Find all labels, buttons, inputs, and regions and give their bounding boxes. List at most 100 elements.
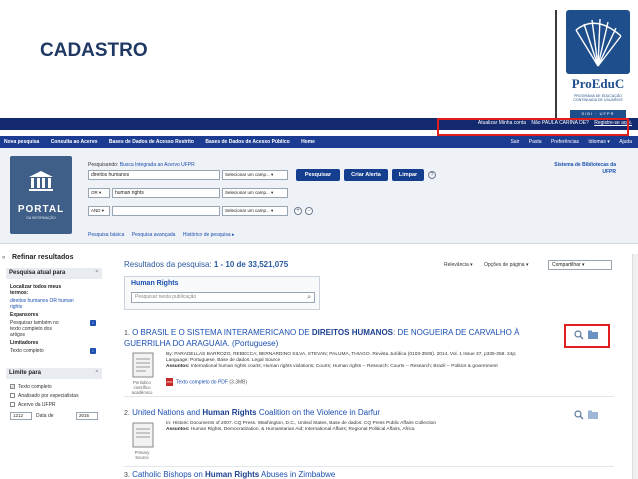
results-heading: Resultados da pesquisa: 1 - 10 de 33,521…: [124, 260, 289, 269]
field-select-2[interactable]: Selecionar um camp... ▾: [222, 188, 288, 198]
field-select-1[interactable]: Selecionar um camp... ▾: [222, 170, 288, 180]
nav-preferences[interactable]: Preferências: [551, 139, 579, 145]
logo-subtitle: Programa de Educação Continuada de Usuár…: [573, 94, 623, 103]
remove-row-icon[interactable]: −: [305, 207, 313, 215]
result-item-1: 1. O BRASIL E O SISTEMA INTERAMERICANO D…: [124, 328, 594, 395]
search-button[interactable]: Pesquisar: [296, 169, 340, 181]
basic-search-link[interactable]: Pesquisa básica: [88, 232, 124, 238]
result-separator: [124, 396, 614, 397]
chevron-up-icon: ⌃: [94, 370, 99, 376]
checkbox-full-text[interactable]: ✓: [10, 384, 15, 389]
pdf-full-text-link[interactable]: PDF Texto completo do PDF (3.3MB): [166, 378, 247, 386]
clear-button[interactable]: Limpar: [392, 169, 424, 181]
shell-emblem-icon: [566, 10, 630, 74]
operator-select-2[interactable]: OR ▾: [88, 188, 110, 198]
share-button[interactable]: Compartilhar ▾: [548, 260, 612, 270]
nav-help[interactable]: Ajuda: [619, 139, 632, 145]
publication-title[interactable]: Human Rights: [131, 280, 178, 287]
result-title-2[interactable]: 2. United Nations and Human Rights Coali…: [124, 408, 594, 419]
search-area: PORTAL DA INFORMAÇÃO Pesquisando: Busca …: [0, 148, 638, 244]
add-to-folder-icon[interactable]: [588, 410, 598, 420]
journal-icon: [132, 352, 154, 378]
nav-catalog[interactable]: Consulta ao Acervo: [51, 139, 98, 145]
search-input-1[interactable]: direitos humanos: [88, 170, 220, 180]
add-row-icon[interactable]: +: [294, 207, 302, 215]
doc-type-label-2: Primary Source: [134, 450, 150, 460]
nav-new-search[interactable]: Nova pesquisa: [4, 139, 39, 145]
result-title-3[interactable]: 3. Catholic Bishops on Human Rights Abus…: [124, 470, 594, 479]
collapse-sidebar-icon[interactable]: «: [2, 255, 5, 261]
nav-folder[interactable]: Pasta: [529, 139, 542, 145]
search-mode-links: Pesquisa básica Pesquisa avançada Histór…: [88, 232, 241, 238]
logo-name: ProEduC: [571, 76, 625, 91]
preview-icon[interactable]: [574, 410, 584, 420]
register-highlight-box: [437, 118, 629, 136]
date-from-input[interactable]: 1212: [10, 412, 32, 420]
doc-type-label-1: Periódico científico acadêmico: [131, 380, 153, 395]
search-history-link[interactable]: Histórico de pesquisa ▸: [183, 232, 235, 238]
logo-bar: SIBI · UFPR: [570, 110, 626, 118]
portal-logo[interactable]: PORTAL DA INFORMAÇÃO: [10, 156, 72, 234]
result-actions-2: [574, 410, 600, 422]
result-title-1[interactable]: 1. O BRASIL E O SISTEMA INTERAMERICANO D…: [124, 328, 594, 349]
portal-subtitle: DA INFORMAÇÃO: [26, 216, 56, 220]
checkbox-peer-reviewed[interactable]: [10, 393, 15, 398]
publication-search-input[interactable]: Pesquisar nesta publicação ⌕: [131, 292, 315, 303]
searching-label: Pesquisando: Busca Integrada ao Acervo U…: [88, 162, 195, 168]
result-item-2: 2. United Nations and Human Rights Coali…: [124, 408, 594, 460]
field-select-3[interactable]: Selecionar um camp... ▾: [222, 206, 288, 216]
nav-home[interactable]: Home: [301, 139, 315, 145]
refine-title: Refinar resultados: [12, 254, 74, 261]
result-meta-2: In: Historic Documents of 2007. CQ Press…: [166, 421, 437, 432]
remove-expander-icon[interactable]: i: [90, 320, 96, 326]
actions-highlight-box: [564, 324, 610, 348]
limiters-label: Limitadores: [10, 340, 39, 346]
checkbox-ufpr-catalog-label: Acervo da UFPR: [18, 402, 56, 408]
header-divider: [555, 10, 557, 122]
checkbox-ufpr-catalog[interactable]: [10, 402, 15, 407]
expanders-label: Expansores: [10, 312, 39, 318]
searching-target-link[interactable]: Busca Integrada ao Acervo UFPR: [120, 162, 195, 168]
nav-public-db[interactable]: Bases de Dados de Acesso Público: [205, 139, 289, 145]
remove-limiter-icon[interactable]: i: [90, 348, 96, 354]
slide-title: CADASTRO: [40, 40, 148, 61]
nav-restricted-db[interactable]: Bases de Dados de Acesso Restrito: [109, 139, 194, 145]
results-range: 1 - 10 de 33,521,075: [213, 260, 289, 269]
primary-source-icon: [132, 422, 154, 448]
create-alert-button[interactable]: Criar Alerta: [344, 169, 388, 181]
result-meta-1: By: PARADELLAS BARROZO, REBECCA; BERNARD…: [166, 352, 517, 369]
nav-logout[interactable]: Sair: [510, 139, 519, 145]
refine-sidebar: « Refinar resultados Pesquisa atual para…: [0, 254, 108, 479]
expander-1c: artigos: [10, 332, 26, 338]
search-terms-2[interactable]: rights: [10, 304, 22, 310]
operator-select-3[interactable]: AND ▾: [88, 206, 110, 216]
help-icon[interactable]: ?: [428, 171, 436, 179]
result-separator: [124, 466, 614, 467]
page-scrollbar[interactable]: [632, 254, 638, 479]
search-icon[interactable]: ⌕: [307, 293, 311, 302]
main-nav: Nova pesquisa Consulta ao Acervo Bases d…: [0, 136, 638, 148]
ebsco-screenshot: Atualizar Minha conta Não PAULA CARINA D…: [0, 118, 638, 479]
checkbox-full-text-label: Texto completo: [18, 384, 52, 390]
limiter-1: Texto completo: [10, 348, 44, 354]
relevance-sort[interactable]: Relevância ▾: [444, 262, 473, 268]
page-options[interactable]: Opções de página ▾: [484, 262, 529, 268]
temple-icon: [29, 171, 53, 191]
checkbox-peer-reviewed-label: Analisado por especialistas: [18, 393, 79, 399]
date-to-input[interactable]: 2016: [76, 412, 98, 420]
find-all-label-2: termos:: [10, 290, 29, 296]
nav-languages[interactable]: Idiomas ▾: [588, 139, 609, 145]
result-item-3: 3. Catholic Bishops on Human Rights Abus…: [124, 470, 594, 479]
date-label: Data de: [36, 413, 54, 419]
library-system-label[interactable]: Sistema de Bibliotecas da UFPR: [554, 162, 616, 176]
pdf-icon: PDF: [166, 378, 173, 386]
advanced-search-link[interactable]: Pesquisa avançada: [132, 232, 176, 238]
limit-to-section[interactable]: Limite para ⌃: [6, 368, 102, 379]
proeduc-logo: ProEduC Programa de Educação Continuada …: [566, 10, 630, 120]
search-input-2[interactable]: human rights: [112, 188, 220, 198]
chevron-up-icon: ⌃: [94, 270, 99, 276]
portal-name: PORTAL: [17, 204, 65, 215]
current-search-section[interactable]: Pesquisa atual para ⌃: [6, 268, 102, 279]
search-input-3[interactable]: [112, 206, 220, 216]
publication-box: Human Rights Pesquisar nesta publicação …: [124, 276, 320, 310]
